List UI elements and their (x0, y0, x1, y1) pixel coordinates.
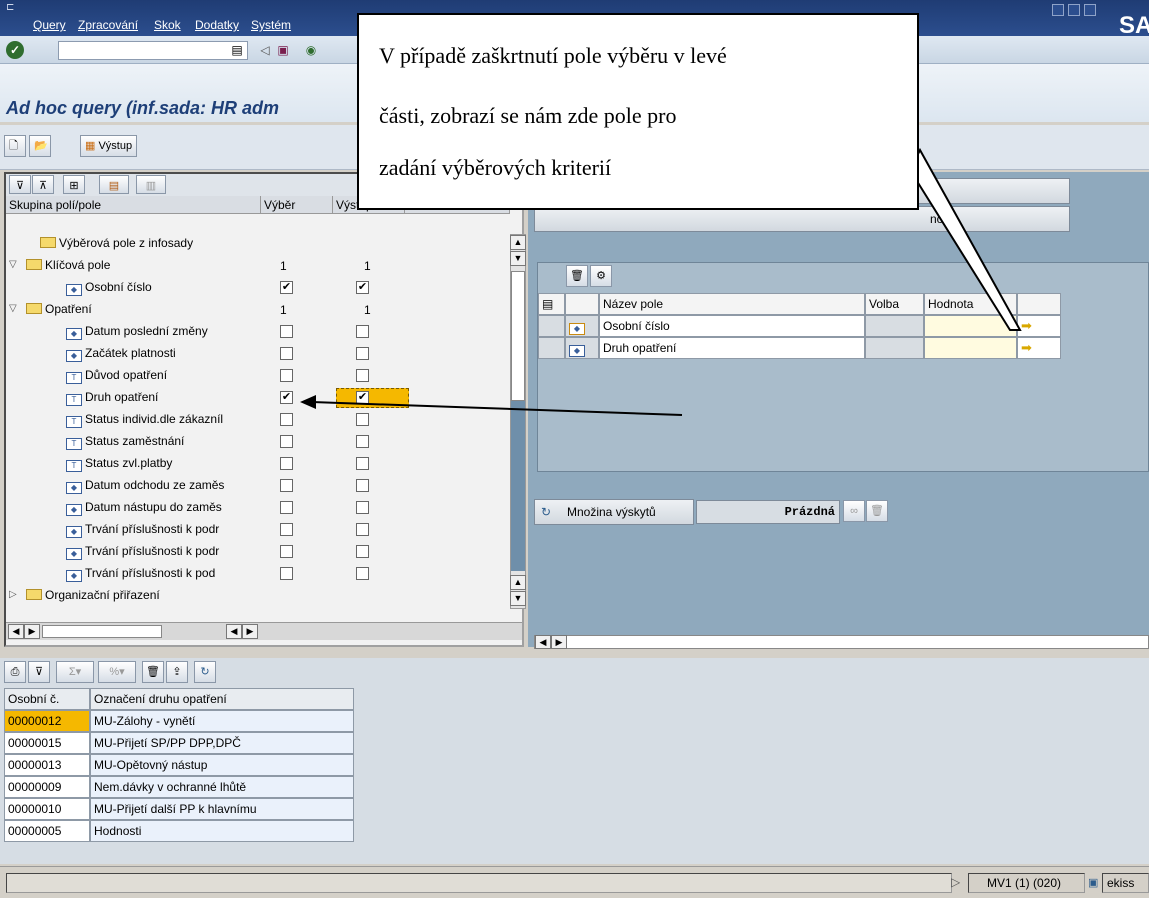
callout-line-1: V případě zaškrtnutí pole výběru v levé (379, 43, 727, 68)
annotation-arrow-line (311, 401, 683, 416)
callout-line-2: části, zobrazí se nám zde pole pro (379, 103, 677, 128)
annotation-arrow-head (300, 395, 316, 409)
callout-line-3: zadání výběrových kriterií (379, 155, 612, 180)
callout-pointer (908, 147, 1022, 331)
annotation-callout: V případě zaškrtnutí pole výběru v levé … (357, 13, 919, 210)
